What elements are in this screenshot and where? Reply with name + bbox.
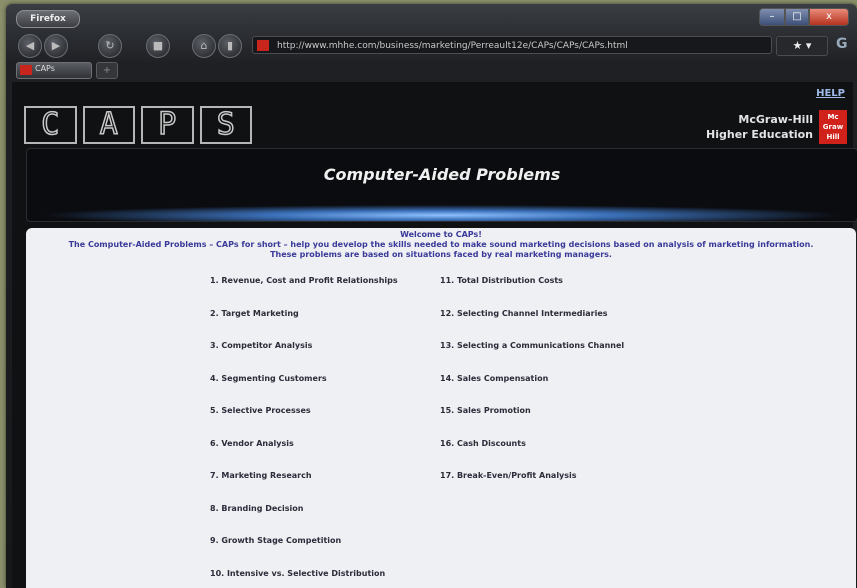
problem-link[interactable]: 5. Selective Processes: [210, 406, 398, 439]
welcome-text: Welcome to CAPs! The Computer-Aided Prob…: [26, 228, 856, 260]
tab-caps[interactable]: CAPs: [16, 62, 92, 79]
publisher-name: McGraw-Hill Higher Education: [706, 112, 813, 142]
title-banner: Computer-Aided Problems: [26, 148, 857, 222]
navigation-toolbar: ◀ ▶ ↻ ■ ⌂ ▮ http://www.mhhe.com/business…: [6, 30, 857, 60]
welcome-line2: These problems are based on situations f…: [270, 250, 612, 259]
reload-icon[interactable]: ↻: [98, 34, 122, 58]
problem-link[interactable]: 17. Break-Even/Profit Analysis: [440, 471, 624, 504]
url-text: http://www.mhhe.com/business/marketing/P…: [277, 41, 628, 51]
site-favicon-icon: [257, 40, 269, 51]
tab-label: CAPs: [35, 64, 55, 73]
caps-logo-letter: S: [199, 106, 252, 144]
problem-link[interactable]: 12. Selecting Channel Intermediaries: [440, 309, 624, 342]
firefox-menu-button[interactable]: Firefox: [16, 10, 80, 28]
bookmarks-icon[interactable]: ▮: [218, 34, 242, 58]
problem-link[interactable]: 16. Cash Discounts: [440, 439, 624, 472]
back-icon[interactable]: ◀: [18, 34, 42, 58]
problem-link[interactable]: 4. Segmenting Customers: [210, 374, 398, 407]
problem-link[interactable]: 11. Total Distribution Costs: [440, 276, 624, 309]
tab-favicon-icon: [20, 65, 32, 75]
close-button[interactable]: x: [809, 8, 849, 26]
problem-link[interactable]: 7. Marketing Research: [210, 471, 398, 504]
problem-link[interactable]: 3. Competitor Analysis: [210, 341, 398, 374]
mcgraw-hill-logo: Mc Graw Hill: [819, 110, 847, 144]
caps-logo: C A P S: [24, 106, 258, 144]
window-controls: – □ x: [759, 8, 849, 26]
problems-column-right: 11. Total Distribution Costs 12. Selecti…: [440, 276, 624, 504]
new-tab-button[interactable]: +: [96, 62, 118, 79]
problem-link[interactable]: 9. Growth Stage Competition: [210, 536, 398, 569]
problems-panel: Welcome to CAPs! The Computer-Aided Prob…: [26, 228, 856, 588]
publisher-line2: Higher Education: [706, 128, 813, 141]
problem-link[interactable]: 10. Intensive vs. Selective Distribution: [210, 569, 398, 588]
caps-logo-letter: P: [141, 106, 194, 144]
minimize-button[interactable]: –: [759, 8, 785, 26]
url-bar[interactable]: http://www.mhhe.com/business/marketing/P…: [252, 36, 772, 54]
print-icon[interactable]: ■: [146, 34, 170, 58]
publisher-line1: McGraw-Hill: [738, 113, 813, 126]
home-icon[interactable]: ⌂: [192, 34, 216, 58]
help-link[interactable]: HELP: [816, 88, 845, 99]
bookmark-star-icon[interactable]: ★ ▾: [776, 36, 828, 56]
welcome-line1: The Computer-Aided Problems – CAPs for s…: [68, 240, 814, 249]
welcome-heading: Welcome to CAPs!: [400, 230, 482, 239]
google-search-icon[interactable]: G: [836, 36, 848, 52]
caps-logo-letter: C: [24, 106, 77, 144]
problem-link[interactable]: 1. Revenue, Cost and Profit Relationship…: [210, 276, 398, 309]
forward-icon[interactable]: ▶: [44, 34, 68, 58]
problem-link[interactable]: 13. Selecting a Communications Channel: [440, 341, 624, 374]
problem-link[interactable]: 14. Sales Compensation: [440, 374, 624, 407]
caps-logo-letter: A: [82, 106, 135, 144]
maximize-button[interactable]: □: [785, 8, 809, 26]
problems-column-left: 1. Revenue, Cost and Profit Relationship…: [210, 276, 398, 588]
problem-link[interactable]: 8. Branding Decision: [210, 504, 398, 537]
problem-link[interactable]: 2. Target Marketing: [210, 309, 398, 342]
banner-title: Computer-Aided Problems: [323, 165, 561, 184]
page-content: HELP C A P S McGraw-Hill Higher Educatio…: [12, 82, 857, 588]
problem-link[interactable]: 15. Sales Promotion: [440, 406, 624, 439]
browser-window: Firefox – □ x ◀ ▶ ↻ ■ ⌂ ▮ http://www.mhh…: [6, 4, 857, 588]
problem-link[interactable]: 6. Vendor Analysis: [210, 439, 398, 472]
